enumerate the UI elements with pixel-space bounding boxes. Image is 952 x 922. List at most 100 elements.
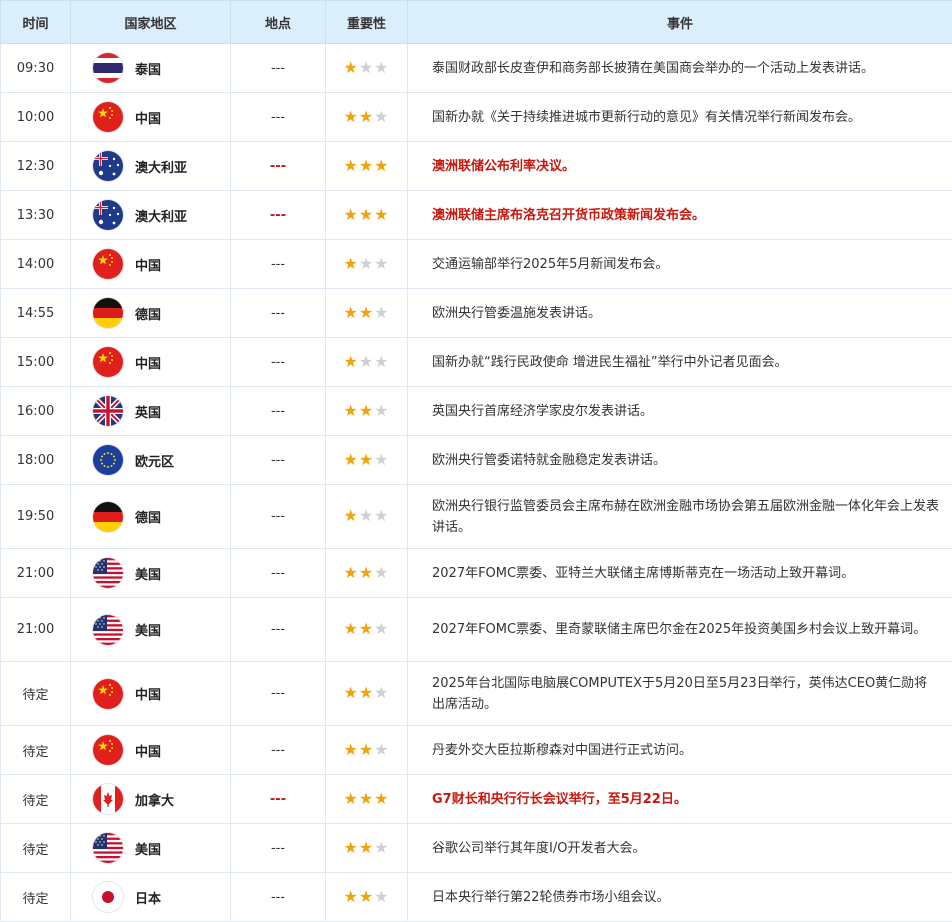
- time-cell: 21:00: [1, 598, 71, 662]
- table-row[interactable]: 待定加拿大---★★★G7财长和央行行长会议举行，至5月22日。: [1, 775, 952, 824]
- star-filled-icon: ★: [359, 887, 374, 906]
- star-filled-icon: ★: [343, 683, 358, 702]
- location-cell: ---: [231, 662, 326, 726]
- star-filled-icon: ★: [343, 838, 358, 857]
- event-cell: 欧洲央行管委温施发表讲话。: [408, 289, 952, 338]
- country-name: 美国: [135, 620, 161, 639]
- table-row[interactable]: 14:55德国---★★★欧洲央行管委温施发表讲话。: [1, 289, 952, 338]
- header-row: 时间 国家地区 地点 重要性 事件: [1, 1, 952, 44]
- china-flag-icon: [93, 249, 123, 279]
- importance-cell: ★★★: [326, 598, 408, 662]
- time-cell: 19:50: [1, 485, 71, 549]
- country-cell: 澳大利亚: [71, 142, 231, 191]
- usa-flag-icon: [93, 558, 123, 588]
- canada-flag-icon: [93, 784, 123, 814]
- country-cell: 泰国: [71, 44, 231, 93]
- country-cell: 美国: [71, 824, 231, 873]
- usa-flag-icon: [93, 833, 123, 863]
- country-cell: 加拿大: [71, 775, 231, 824]
- time-cell: 13:30: [1, 191, 71, 240]
- star-empty-icon: ★: [374, 683, 389, 702]
- event-cell: 交通运输部举行2025年5月新闻发布会。: [408, 240, 952, 289]
- location-cell: ---: [231, 289, 326, 338]
- star-filled-icon: ★: [343, 205, 358, 224]
- star-empty-icon: ★: [374, 352, 389, 371]
- star-filled-icon: ★: [343, 740, 358, 759]
- star-empty-icon: ★: [359, 254, 374, 273]
- star-filled-icon: ★: [343, 303, 358, 322]
- table-row[interactable]: 待定中国---★★★2025年台北国际电脑展COMPUTEX于5月20日至5月2…: [1, 662, 952, 726]
- importance-stars: ★★★: [343, 256, 389, 272]
- table-row[interactable]: 18:00欧元区---★★★欧洲央行管委诺特就金融稳定发表讲话。: [1, 436, 952, 485]
- country-cell: 中国: [71, 93, 231, 142]
- importance-cell: ★★★: [326, 485, 408, 549]
- table-row[interactable]: 12:30澳大利亚---★★★澳洲联储公布利率决议。: [1, 142, 952, 191]
- event-cell: 欧洲央行银行监管委员会主席布赫在欧洲金融市场协会第五届欧洲金融一体化年会上发表讲…: [408, 485, 952, 549]
- location-cell: ---: [231, 824, 326, 873]
- country-cell: 德国: [71, 289, 231, 338]
- event-cell: 澳洲联储公布利率决议。: [408, 142, 952, 191]
- event-cell: 2025年台北国际电脑展COMPUTEX于5月20日至5月23日举行，英伟达CE…: [408, 662, 952, 726]
- star-filled-icon: ★: [359, 107, 374, 126]
- location-cell: ---: [231, 775, 326, 824]
- star-filled-icon: ★: [343, 156, 358, 175]
- star-filled-icon: ★: [359, 740, 374, 759]
- star-empty-icon: ★: [374, 563, 389, 582]
- table-row[interactable]: 13:30澳大利亚---★★★澳洲联储主席布洛克召开货币政策新闻发布会。: [1, 191, 952, 240]
- location-cell: ---: [231, 726, 326, 775]
- table-row[interactable]: 16:00英国---★★★英国央行首席经济学家皮尔发表讲话。: [1, 387, 952, 436]
- star-filled-icon: ★: [359, 156, 374, 175]
- country-name: 德国: [135, 304, 161, 323]
- usa-flag-icon: [93, 615, 123, 645]
- star-filled-icon: ★: [359, 563, 374, 582]
- event-cell: 泰国财政部长皮查伊和商务部长披猜在美国商会举办的一个活动上发表讲话。: [408, 44, 952, 93]
- importance-stars: ★★★: [343, 207, 389, 223]
- table-row[interactable]: 09:30泰国---★★★泰国财政部长皮查伊和商务部长披猜在美国商会举办的一个活…: [1, 44, 952, 93]
- star-empty-icon: ★: [374, 254, 389, 273]
- star-filled-icon: ★: [343, 619, 358, 638]
- time-cell: 待定: [1, 775, 71, 824]
- time-cell: 待定: [1, 662, 71, 726]
- time-cell: 18:00: [1, 436, 71, 485]
- country-name: 中国: [135, 741, 161, 760]
- star-empty-icon: ★: [359, 58, 374, 77]
- table-row[interactable]: 15:00中国---★★★国新办就“践行民政使命 增进民生福祉”举行中外记者见面…: [1, 338, 952, 387]
- time-cell: 14:55: [1, 289, 71, 338]
- star-filled-icon: ★: [374, 789, 389, 808]
- table-row[interactable]: 10:00中国---★★★国新办就《关于持续推进城市更新行动的意见》有关情况举行…: [1, 93, 952, 142]
- importance-cell: ★★★: [326, 191, 408, 240]
- table-row[interactable]: 待定美国---★★★谷歌公司举行其年度I/O开发者大会。: [1, 824, 952, 873]
- star-empty-icon: ★: [374, 506, 389, 525]
- location-cell: ---: [231, 240, 326, 289]
- star-filled-icon: ★: [359, 205, 374, 224]
- time-cell: 21:00: [1, 549, 71, 598]
- table-row[interactable]: 21:00美国---★★★2027年FOMC票委、亚特兰大联储主席博斯蒂克在一场…: [1, 549, 952, 598]
- event-cell: 澳洲联储主席布洛克召开货币政策新闻发布会。: [408, 191, 952, 240]
- country-name: 英国: [135, 402, 161, 421]
- table-row[interactable]: 待定日本---★★★日本央行举行第22轮债券市场小组会议。: [1, 873, 952, 922]
- country-name: 美国: [135, 839, 161, 858]
- header-location: 地点: [231, 1, 326, 44]
- star-empty-icon: ★: [374, 303, 389, 322]
- table-row[interactable]: 14:00中国---★★★交通运输部举行2025年5月新闻发布会。: [1, 240, 952, 289]
- country-cell: 日本: [71, 873, 231, 922]
- country-name: 泰国: [135, 59, 161, 78]
- importance-stars: ★★★: [343, 452, 389, 468]
- location-cell: ---: [231, 191, 326, 240]
- country-cell: 中国: [71, 240, 231, 289]
- importance-cell: ★★★: [326, 775, 408, 824]
- importance-cell: ★★★: [326, 387, 408, 436]
- importance-cell: ★★★: [326, 873, 408, 922]
- importance-stars: ★★★: [343, 158, 389, 174]
- country-name: 加拿大: [135, 790, 174, 809]
- importance-stars: ★★★: [343, 791, 389, 807]
- table-row[interactable]: 待定中国---★★★丹麦外交大臣拉斯穆森对中国进行正式访问。: [1, 726, 952, 775]
- event-cell: 日本央行举行第22轮债券市场小组会议。: [408, 873, 952, 922]
- star-empty-icon: ★: [359, 506, 374, 525]
- table-row[interactable]: 21:00美国---★★★2027年FOMC票委、里奇蒙联储主席巴尔金在2025…: [1, 598, 952, 662]
- star-filled-icon: ★: [374, 205, 389, 224]
- star-empty-icon: ★: [374, 450, 389, 469]
- table-row[interactable]: 19:50德国---★★★欧洲央行银行监管委员会主席布赫在欧洲金融市场协会第五届…: [1, 485, 952, 549]
- event-cell: 英国央行首席经济学家皮尔发表讲话。: [408, 387, 952, 436]
- uk-flag-icon: [93, 396, 123, 426]
